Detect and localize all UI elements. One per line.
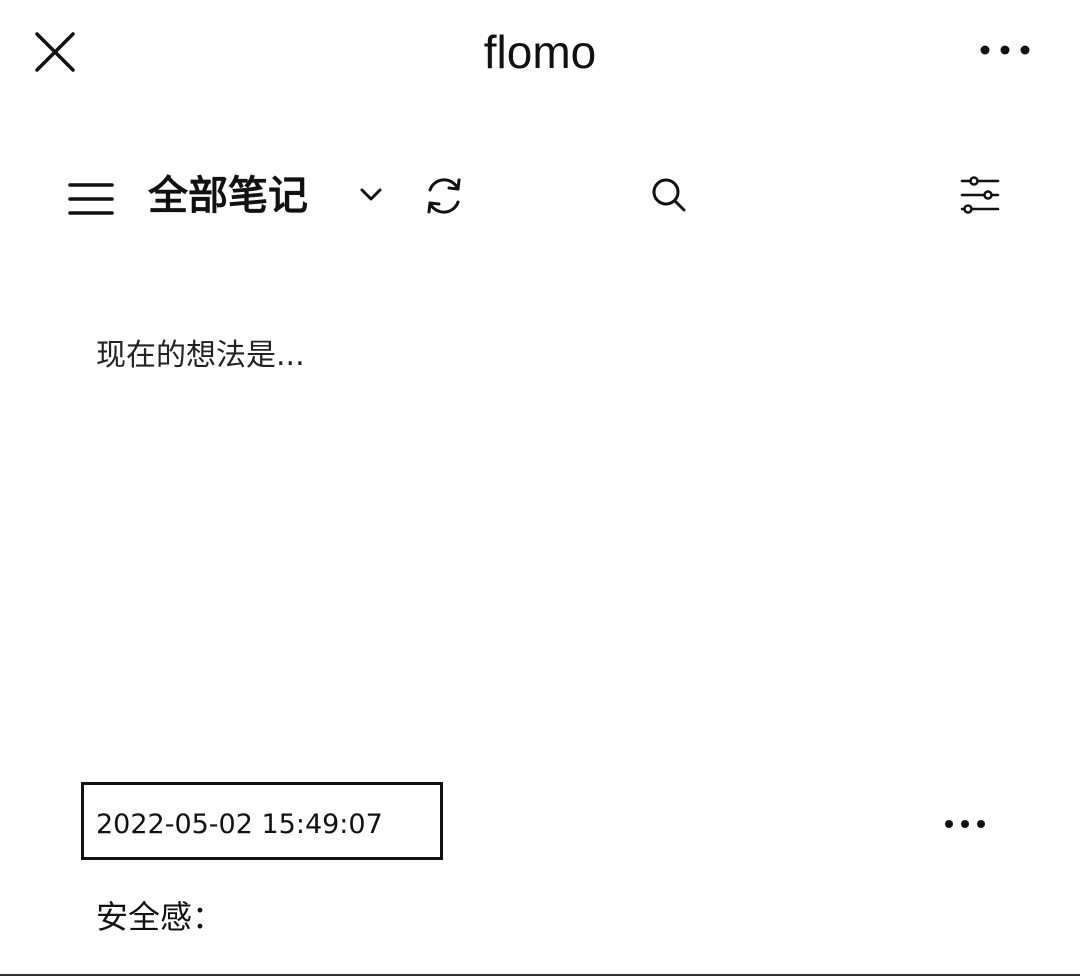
more-horizontal-icon <box>980 45 1030 55</box>
app-title: flomo <box>483 26 597 78</box>
chevron-down-icon <box>360 188 382 201</box>
more-options-button[interactable] <box>976 36 1034 64</box>
notes-dropdown-button[interactable] <box>356 180 386 210</box>
memo-timestamp: 2022-05-02 15:49:07 <box>96 809 383 840</box>
menu-button[interactable] <box>66 178 116 220</box>
menu-icon <box>68 183 114 215</box>
more-horizontal-icon <box>945 820 985 828</box>
search-button[interactable] <box>646 172 692 218</box>
divider <box>0 974 1080 976</box>
notes-title[interactable]: 全部笔记 <box>148 170 308 222</box>
filter-button[interactable] <box>954 172 1006 218</box>
memo-more-button[interactable] <box>940 812 990 836</box>
memo-composer-input[interactable]: 现在的想法是... <box>96 334 896 378</box>
sync-button[interactable] <box>420 172 468 220</box>
sync-icon <box>427 178 461 214</box>
memo-timestamp-box: 2022-05-02 15:49:07 <box>81 782 443 860</box>
memo-content: 安全感： <box>96 898 225 936</box>
search-icon <box>652 178 686 212</box>
filter-sliders-icon <box>960 176 1000 214</box>
